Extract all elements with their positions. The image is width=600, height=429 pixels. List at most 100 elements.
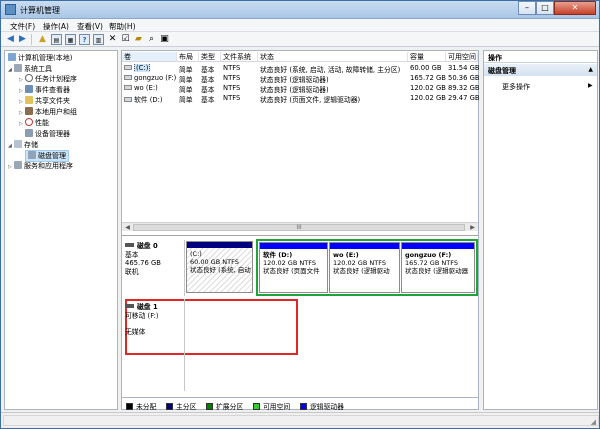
partition-f[interactable]: gongzuo (F:) 165.72 GB NTFS 状态良好 (逻辑驱动器 — [401, 242, 475, 293]
volume-name-text: wo (E:) — [134, 84, 158, 92]
toolbar: ◀ ▶ ▲ ▤ ▦ ? ▥ ✕ ☑ ▰ ⌕ ▣ — [1, 32, 599, 47]
disk0-status: 联机 — [125, 267, 139, 276]
tree-task-scheduler-label: 任务计划程序 — [35, 75, 77, 83]
volume-capacity: 60.00 GB — [410, 64, 442, 72]
scroll-left-icon[interactable]: ◀ — [123, 224, 132, 231]
logical-drive-bar — [402, 243, 474, 249]
up-folder-icon[interactable]: ▲ — [37, 34, 48, 45]
disk1-description: 可移动 (F:) — [125, 311, 159, 320]
scroll-right-icon[interactable]: ▶ — [468, 224, 477, 231]
tree-event-viewer[interactable]: ▷ 事件查看器 — [19, 85, 70, 95]
disk0-size: 465.76 GB — [125, 259, 161, 267]
tree-root-label: 计算机管理(本地) — [18, 54, 73, 62]
volume-name: gongzuo (F:) — [124, 74, 177, 82]
column-volume[interactable]: 卷 — [122, 52, 177, 61]
partition-f-name: gongzuo (F:) — [405, 251, 452, 259]
legend-label: 主分区 — [176, 403, 197, 411]
partition-e-name: wo (E:) — [333, 251, 359, 259]
collapse-icon[interactable]: ▲ — [588, 66, 593, 73]
column-free-space[interactable]: 可用空间 — [446, 52, 478, 61]
minimize-button[interactable]: – — [518, 1, 536, 15]
view-icon[interactable]: ▥ — [93, 34, 104, 45]
status-bar: ◢ — [1, 412, 599, 428]
volume-free-space: 50.36 GB — [448, 74, 480, 82]
partition-e[interactable]: wo (E:) 120.02 GB NTFS 状态良好 (逻辑驱动 — [329, 242, 400, 293]
properties-icon[interactable]: ▦ — [65, 34, 76, 45]
menu-action[interactable]: 操作(A) — [43, 21, 69, 32]
volume-capacity: 120.02 GB — [410, 84, 446, 92]
resize-grip-icon[interactable]: ◢ — [591, 418, 596, 426]
partition-c-text: (C:) 60.00 GB NTFS 状态良好 (系统, 启动 — [190, 250, 251, 274]
help-icon[interactable]: ? — [79, 34, 90, 45]
volume-row[interactable]: (C:) 简单 基本 NTFS 状态良好 (系统, 启动, 活动, 故障转储, … — [122, 64, 480, 74]
volume-row[interactable]: wo (E:) 简单 基本 NTFS 状态良好 (逻辑驱动器) 120.02 G… — [122, 84, 480, 94]
volume-name: (C:) — [124, 64, 177, 72]
tree-local-users[interactable]: ▷ 本地用户和组 — [19, 107, 77, 117]
disk1-media-status: 无媒体 — [125, 328, 146, 336]
check-icon[interactable]: ☑ — [120, 34, 131, 45]
disk1-title: 磁盘 1 — [125, 303, 159, 312]
partition-c[interactable]: (C:) 60.00 GB NTFS 状态良好 (系统, 启动 — [186, 241, 253, 293]
tree-system-tools[interactable]: ◢ 系统工具 — [8, 64, 52, 74]
partition-c-size: 60.00 GB NTFS — [190, 258, 239, 266]
horizontal-scrollbar[interactable]: ◀ III ▶ — [122, 222, 478, 231]
actions-section-disk-management[interactable]: 磁盘管理 ▲ — [484, 64, 597, 76]
column-capacity[interactable]: 容量 — [408, 52, 446, 61]
volume-row[interactable]: 软件 (D:) 简单 基本 NTFS 状态良好 (页面文件, 逻辑驱动器) 12… — [122, 94, 480, 104]
tree-root[interactable]: 计算机管理(本地) — [8, 53, 72, 63]
volume-row[interactable]: gongzuo (F:) 简单 基本 NTFS 状态良好 (逻辑驱动器) 165… — [122, 74, 480, 84]
menu-file[interactable]: 文件(F) — [10, 21, 35, 32]
tree-performance[interactable]: ▷ 性能 — [19, 118, 49, 128]
tree-storage-label: 存储 — [24, 141, 38, 149]
legend-label: 未分配 — [136, 403, 157, 411]
refresh-icon[interactable]: ▣ — [159, 34, 170, 45]
partition-f-text: gongzuo (F:) 165.72 GB NTFS 状态良好 (逻辑驱动器 — [405, 251, 468, 275]
volume-name-text: gongzuo (F:) — [134, 74, 177, 82]
tree-device-manager[interactable]: 设备管理器 — [25, 129, 70, 139]
submenu-arrow-icon[interactable]: ▶ — [588, 82, 593, 89]
back-icon[interactable]: ◀ — [5, 34, 16, 45]
maximize-button[interactable]: □ — [536, 1, 554, 15]
users-icon — [25, 107, 33, 115]
delete-icon[interactable]: ✕ — [107, 34, 118, 45]
partition-d[interactable]: 软件 (D:) 120.02 GB NTFS 状态良好 (页面文件 — [259, 242, 328, 293]
forward-icon[interactable]: ▶ — [17, 34, 28, 45]
volume-icon — [124, 75, 132, 80]
column-type[interactable]: 类型 — [199, 52, 221, 61]
legend-swatch — [206, 403, 213, 410]
volume-filesystem: NTFS — [223, 94, 241, 102]
storage-icon — [14, 140, 22, 148]
menu-view[interactable]: 查看(V) — [77, 21, 103, 32]
disk0-info[interactable]: 磁盘 0 基本 465.76 GB 联机 — [125, 242, 161, 276]
more-actions-link[interactable]: 更多操作 — [502, 82, 530, 92]
legend-swatch — [166, 403, 173, 410]
tree-local-users-label: 本地用户和组 — [35, 108, 77, 116]
legend-label: 可用空间 — [263, 403, 291, 411]
disk1-info[interactable]: 磁盘 1 可移动 (F:) 无媒体 — [125, 303, 159, 337]
volume-name-text: 软件 (D:) — [134, 96, 163, 104]
clock-icon — [25, 74, 33, 82]
menu-help[interactable]: 帮助(H) — [109, 21, 136, 32]
tree-task-scheduler[interactable]: ▷ 任务计划程序 — [19, 74, 77, 84]
column-filesystem[interactable]: 文件系统 — [221, 52, 258, 61]
tree-storage[interactable]: ◢ 存储 — [8, 140, 38, 150]
legend-label: 扩展分区 — [216, 403, 244, 411]
tree-services[interactable]: ▷ 服务和应用程序 — [8, 161, 73, 171]
disk-icon — [125, 243, 134, 247]
services-icon — [14, 161, 22, 169]
partition-e-size: 120.02 GB NTFS — [333, 259, 386, 267]
actions-header: 操作 — [484, 51, 597, 63]
show-tree-icon[interactable]: ▤ — [51, 34, 62, 45]
scroll-thumb[interactable]: III — [133, 224, 465, 231]
open-folder-icon[interactable]: ▰ — [133, 34, 144, 45]
legend-unallocated: 未分配 — [126, 401, 156, 411]
volume-status: 状态良好 (系统, 启动, 活动, 故障转储, 主分区) — [260, 66, 401, 74]
computer-management-window: 计算机管理 – □ ✕ 文件(F) 操作(A) 查看(V) 帮助(H) ◀ ▶ … — [0, 0, 600, 429]
search-icon[interactable]: ⌕ — [146, 34, 157, 45]
computer-icon — [8, 53, 16, 61]
tree-system-tools-label: 系统工具 — [24, 65, 52, 73]
tree-shared-folders[interactable]: ▷ 共享文件夹 — [19, 96, 70, 106]
column-status[interactable]: 状态 — [258, 52, 408, 61]
column-layout[interactable]: 布局 — [177, 52, 199, 61]
close-button[interactable]: ✕ — [554, 1, 596, 15]
